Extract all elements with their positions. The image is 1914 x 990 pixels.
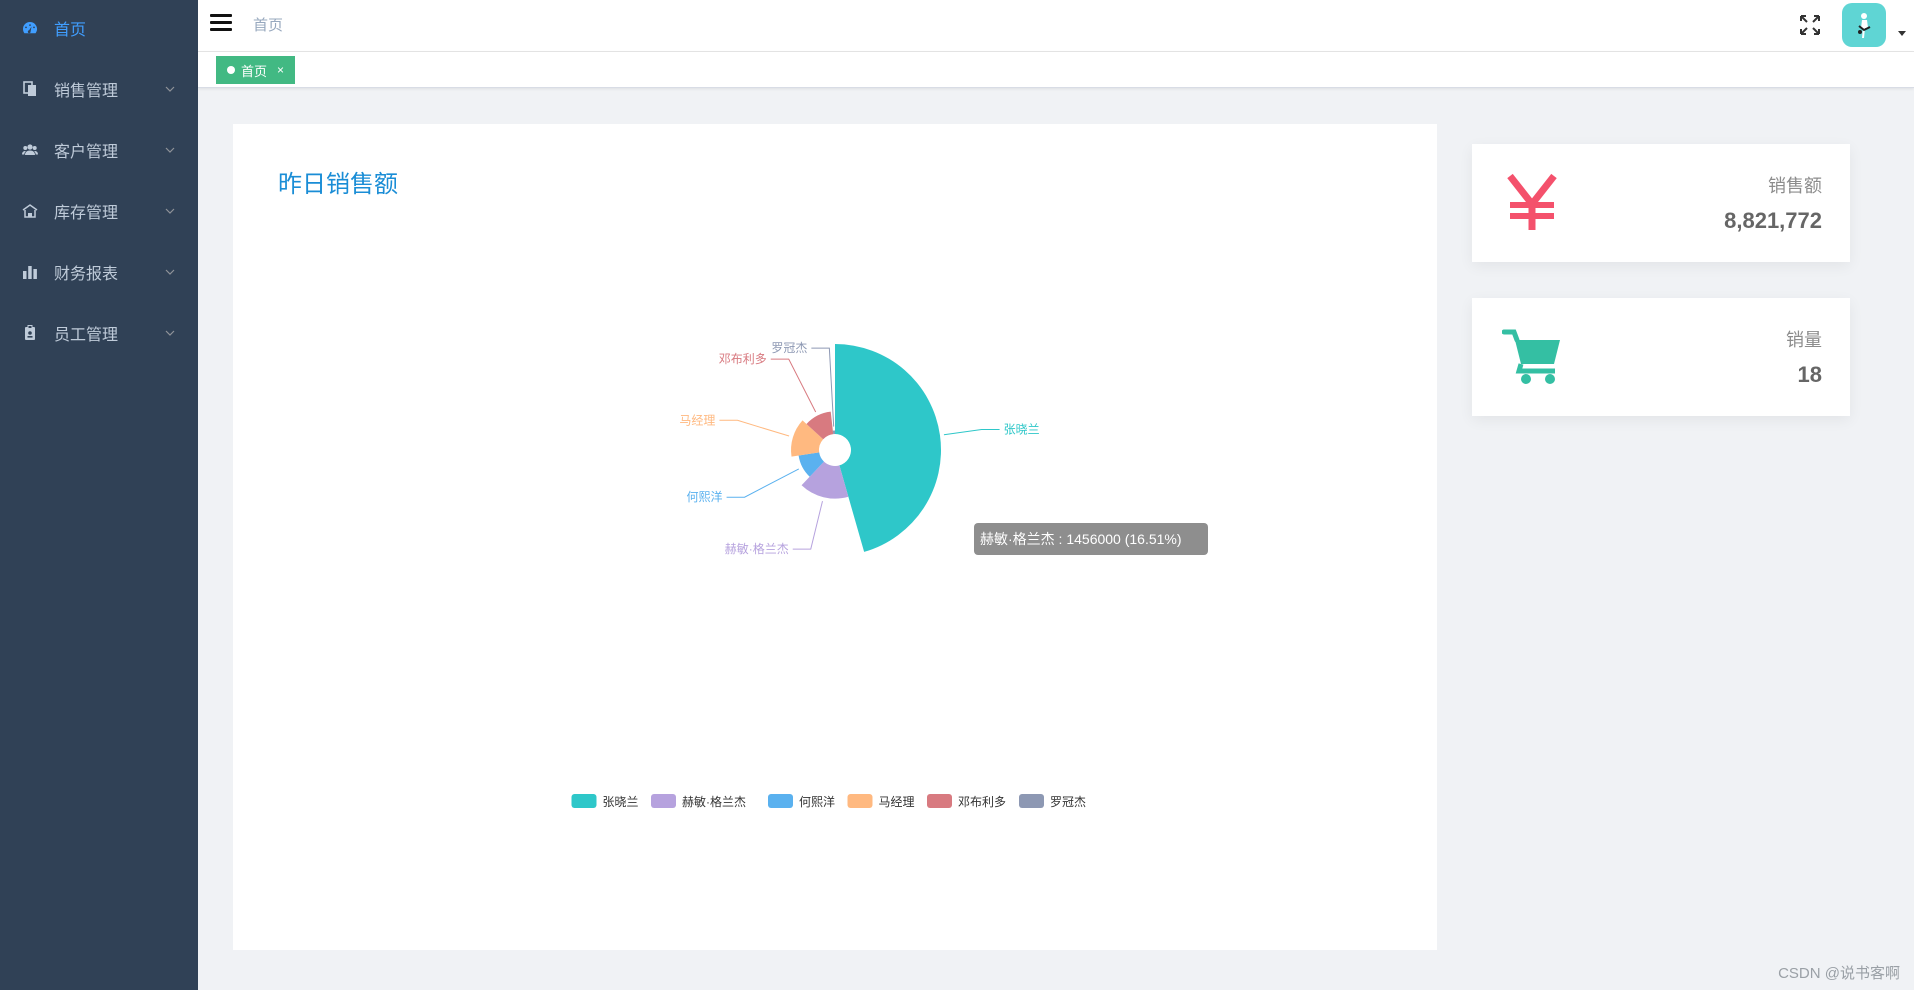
legend-label: 张晓兰 [603,795,639,809]
slice-label: 赫敏·格兰杰 [725,541,789,556]
users-icon [22,142,38,158]
chevron-down-icon [165,269,175,275]
legend-swatch [847,794,873,808]
chevron-down-icon [165,147,175,153]
slice-label: 张晓兰 [1004,422,1040,436]
warehouse-icon [22,203,38,219]
hamburger-menu-icon[interactable] [210,14,232,32]
sales-amount-card[interactable]: 销售额 8,821,772 [1472,144,1850,262]
tags-view: 首页 × [198,52,1914,88]
label-leader-line [943,428,1000,436]
stat-label: 销售额 [1768,176,1822,196]
tag-label: 首页 [241,63,268,79]
bar-chart-icon [22,264,38,280]
legend-item[interactable]: 邓布利多 [927,794,1006,809]
label-leader-line [726,468,800,498]
sidebar-item-staff[interactable]: 员工管理 [0,302,198,363]
navbar: 首页 [198,0,1914,52]
legend-swatch [1019,794,1044,808]
chevron-down-icon [165,330,175,336]
documents-icon [22,80,38,97]
sidebar-item-finance[interactable]: 财务报表 [0,241,198,302]
legend-item[interactable]: 罗冠杰 [1019,794,1086,809]
label-leader-line [770,358,817,413]
pie-slice[interactable] [835,344,941,552]
caret-down-icon[interactable] [1898,31,1906,36]
legend-swatch [768,794,793,808]
legend-item[interactable]: 赫敏·格兰杰 [651,794,746,809]
label-leader-line [719,419,790,437]
sidebar-item-label: 员工管理 [54,326,119,344]
active-dot-icon [227,66,235,74]
chart-tooltip: 赫敏·格兰杰 : 1456000 (16.51%) [974,523,1208,555]
yen-icon [1507,173,1557,230]
legend-item[interactable]: 张晓兰 [571,794,639,809]
slice-label: 何熙洋 [687,489,723,504]
legend-label: 邓布利多 [958,795,1006,809]
sidebar-item-inventory[interactable]: 库存管理 [0,180,198,241]
sidebar-item-label: 财务报表 [54,265,119,283]
legend-item[interactable]: 马经理 [847,794,915,809]
slice-label: 罗冠杰 [771,341,807,355]
cart-icon [1502,329,1560,384]
dashboard-icon [22,20,38,36]
legend-label: 马经理 [879,795,915,809]
close-icon[interactable]: × [277,63,284,77]
watermark: CSDN @说书客啊 [1778,965,1900,982]
tag-home[interactable]: 首页 × [216,56,296,84]
legend-swatch [571,794,597,808]
sidebar: 首页 销售管理 客户管理 库存管理 财务报表 员工管理 [0,0,198,990]
rose-pie-chart[interactable]: 张晓兰赫敏·格兰杰何熙洋马经理邓布利多罗冠杰张晓兰 赫敏·格兰杰 何熙洋 马经理 邓布利… [233,124,1437,950]
stat-value: 8,821,772 [1724,208,1822,233]
sidebar-item-customers[interactable]: 客户管理 [0,119,198,180]
stat-value: 18 [1797,362,1822,387]
legend-label: 罗冠杰 [1050,795,1086,809]
legend-label: 何熙洋 [799,794,835,809]
legend-swatch [927,794,952,808]
sidebar-item-label: 库存管理 [54,204,119,222]
slice-label: 马经理 [679,413,715,427]
sidebar-item-label: 销售管理 [54,82,119,100]
slice-label: 邓布利多 [719,352,767,366]
sales-chart-card: 昨日销售额 张晓兰 赫敏·格兰杰 何熙洋 马经理 邓布利多 罗冠杰 张晓兰 赫敏·格兰杰 何熙洋… [233,124,1437,950]
chevron-down-icon [165,86,175,92]
stat-label: 销量 [1786,330,1822,350]
sidebar-item-label: 首页 [54,21,87,39]
label-leader-line [792,500,823,550]
sidebar-item-label: 客户管理 [54,143,119,161]
sales-quantity-card[interactable]: 销量 18 [1472,298,1850,416]
tooltip-text: 赫敏·格兰杰 : 1456000 (16.51%) [980,531,1182,547]
breadcrumb: 首页 [253,17,284,34]
avatar-figure-icon [1858,13,1871,38]
sidebar-item-sales[interactable]: 销售管理 [0,58,198,119]
sidebar-item-home[interactable]: 首页 [0,0,198,58]
legend-item[interactable]: 何熙洋 [768,794,835,809]
chevron-down-icon [165,208,175,214]
avatar[interactable] [1842,3,1886,47]
legend-label: 赫敏·格兰杰 [682,794,746,809]
legend-swatch [651,794,676,808]
badge-icon [22,324,38,341]
fullscreen-icon[interactable] [1799,14,1821,36]
